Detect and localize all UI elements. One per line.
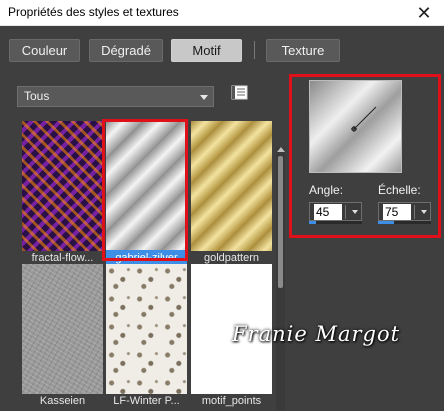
pattern-thumbnail — [22, 264, 103, 394]
tab-separator — [254, 41, 255, 59]
pattern-tile[interactable]: fractal-flow... — [22, 121, 103, 268]
pattern-name: Kasseien — [39, 395, 86, 407]
category-select-value: Tous — [24, 89, 50, 103]
pattern-preview[interactable] — [309, 80, 402, 173]
spin-separator — [414, 205, 415, 219]
tab-couleur[interactable]: Couleur — [9, 39, 80, 62]
title-bar: Propriétés des styles et textures ✕ — [0, 0, 444, 26]
tab-motif[interactable]: Motif — [171, 39, 242, 62]
pattern-name: motif_points — [201, 395, 262, 407]
window-title: Propriétés des styles et textures — [8, 5, 179, 19]
angle-label: Angle: — [309, 183, 344, 197]
close-icon[interactable]: ✕ — [410, 2, 438, 24]
scroll-thumb[interactable] — [278, 156, 283, 288]
spin-down-icon[interactable] — [421, 210, 427, 214]
scroll-up-icon[interactable] — [277, 147, 285, 152]
pattern-gallery: fractal-flow... gabriel-zilver goldpatte… — [17, 119, 279, 411]
pattern-tile[interactable]: gabriel-zilver — [106, 121, 187, 268]
book-icon[interactable] — [230, 84, 250, 102]
pattern-thumbnail — [106, 264, 187, 394]
angle-spinbox[interactable]: 45 — [309, 202, 362, 221]
pattern-name: LF-Winter P... — [113, 395, 180, 407]
pattern-tile[interactable]: goldpattern — [191, 121, 272, 268]
angle-slider-fill — [309, 221, 316, 224]
pattern-thumbnail — [106, 121, 187, 251]
scale-slider-fill — [378, 221, 394, 224]
scale-value[interactable]: 75 — [383, 204, 411, 220]
gallery-scrollbar[interactable] — [276, 147, 285, 411]
category-select[interactable]: Tous — [17, 86, 214, 107]
scale-label: Échelle: — [378, 183, 421, 197]
spin-separator — [345, 205, 346, 219]
spin-down-icon[interactable] — [352, 210, 358, 214]
scale-spinbox[interactable]: 75 — [378, 202, 431, 221]
chevron-down-icon — [200, 95, 208, 100]
scale-slider[interactable] — [378, 221, 431, 224]
watermark: Franie Margot — [232, 322, 401, 346]
angle-slider[interactable] — [309, 221, 362, 224]
angle-value[interactable]: 45 — [314, 204, 342, 220]
pattern-thumbnail — [22, 121, 103, 251]
tab-degrade[interactable]: Dégradé — [89, 39, 163, 62]
angle-indicator-icon — [351, 106, 377, 132]
pattern-tile[interactable]: Kasseien — [22, 264, 103, 411]
pattern-tile[interactable]: LF-Winter P... — [106, 264, 187, 411]
dialog-body: Couleur Dégradé Motif Texture Tous fract… — [0, 26, 444, 411]
tab-texture[interactable]: Texture — [266, 39, 340, 62]
pattern-thumbnail — [191, 121, 272, 251]
